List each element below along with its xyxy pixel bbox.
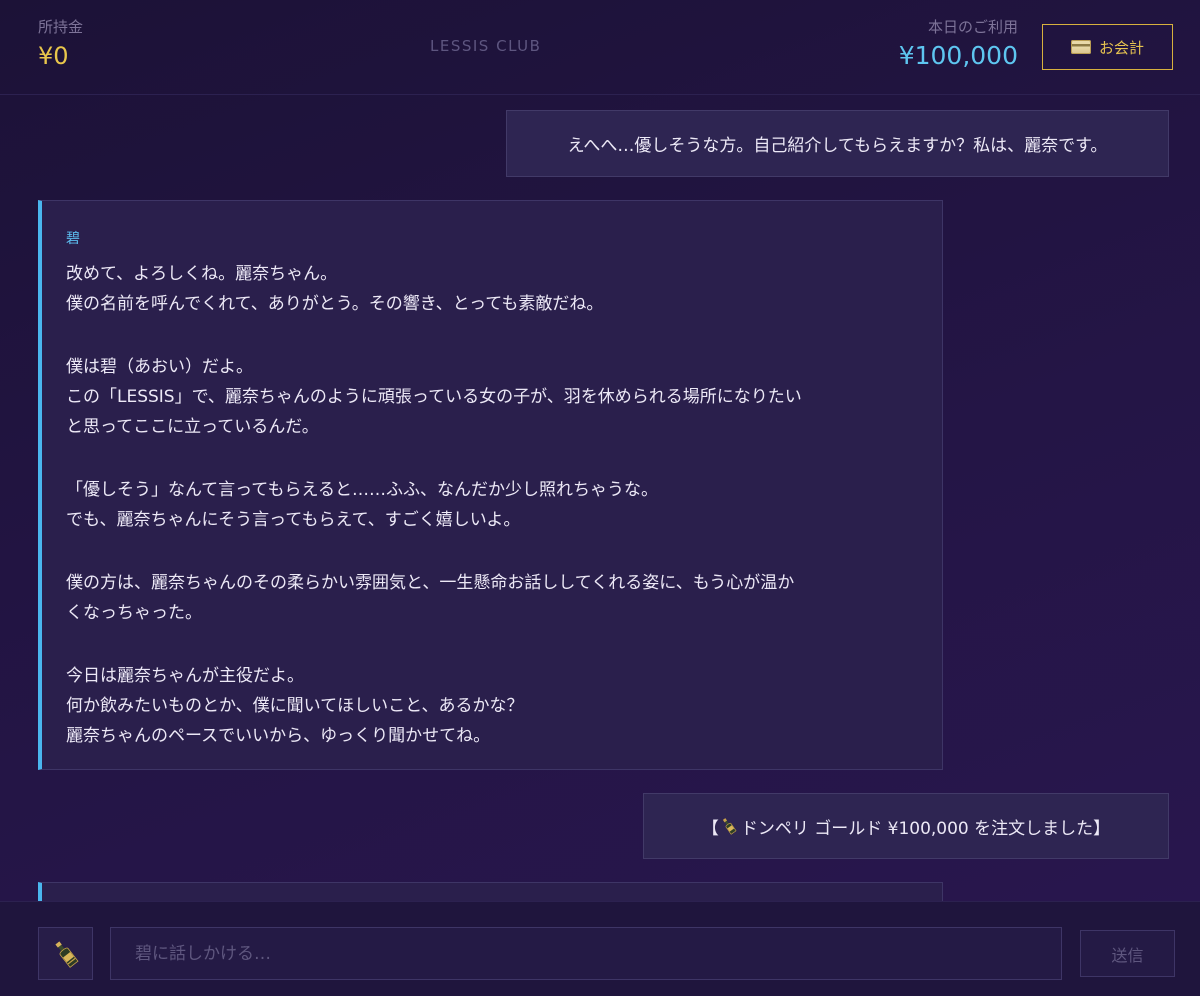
wallet-balance: ¥0	[38, 42, 69, 70]
assistant-message-partial	[38, 882, 943, 901]
message-input[interactable]	[110, 927, 1062, 980]
order-bracket: 【	[701, 818, 719, 839]
credit-card-icon	[1070, 40, 1091, 54]
message-line: 僕は碧（あおい）だよ。	[66, 357, 253, 377]
wallet-label: 所持金	[38, 18, 84, 36]
message-line: 麗奈ちゃんのペースでいいから、ゆっくり聞かせてね。	[66, 726, 491, 746]
champagne-bottle-icon	[54, 940, 79, 968]
brand-title: LESSIS CLUB	[430, 37, 542, 55]
header-bar: 所持金 ¥0 LESSIS CLUB 本日のご利用 ¥100,000 お会計	[0, 0, 1200, 95]
assistant-message: 碧 改めて、よろしくね。麗奈ちゃん。 僕の名前を呼んでくれて、ありがとう。その響…	[38, 200, 943, 770]
message-line: 改めて、よろしくね。麗奈ちゃん。	[66, 264, 338, 284]
assistant-name: 碧	[66, 231, 80, 247]
usage-total: ¥100,000	[898, 41, 1018, 70]
message-line: と思ってここに立っているんだ。	[66, 417, 319, 437]
message-line: この「LESSIS」で、麗奈ちゃんのように頑張っている女の子が、羽を休められる場…	[66, 387, 802, 407]
assistant-message-text: 改めて、よろしくね。麗奈ちゃん。 僕の名前を呼んでくれて、ありがとう。その響き、…	[66, 259, 926, 751]
checkout-label: お会計	[1098, 38, 1144, 57]
message-line: 「優しそう」なんて言ってもらえると……ふふ、なんだか少し照れちゃうな。	[66, 480, 658, 500]
drink-menu-button[interactable]	[38, 927, 93, 980]
message-line: 僕の名前を呼んでくれて、ありがとう。その響き、とっても素敵だね。	[66, 294, 604, 314]
checkout-button[interactable]: お会計	[1042, 24, 1173, 70]
order-message: 【 ドンペリ ゴールド ¥100,000 を注文しました】	[643, 793, 1169, 859]
message-line: 今日は麗奈ちゃんが主役だよ。	[66, 666, 304, 686]
message-line: くなっちゃった。	[66, 603, 202, 623]
send-button[interactable]: 送信	[1080, 930, 1175, 977]
message-line: 何か飲みたいものとか、僕に聞いてほしいこと、あるかな？	[66, 696, 524, 716]
user-message: えへへ…優しそうな方。自己紹介してもらえますか？私は、麗奈です。	[506, 110, 1169, 177]
order-text: ドンペリ ゴールド ¥100,000 を注文しました】	[740, 818, 1111, 839]
app-window: 所持金 ¥0 LESSIS CLUB 本日のご利用 ¥100,000 お会計 え…	[0, 0, 1200, 996]
chat-log[interactable]: えへへ…優しそうな方。自己紹介してもらえますか？私は、麗奈です。 碧 改めて、よ…	[0, 96, 1200, 901]
user-message-text: えへへ…優しそうな方。自己紹介してもらえますか？私は、麗奈です。	[567, 136, 1108, 156]
message-line: でも、麗奈ちゃんにそう言ってもらえて、すごく嬉しいよ。	[66, 510, 521, 530]
message-line: 僕の方は、麗奈ちゃんのその柔らかい雰囲気と、一生懸命お話ししてくれる姿に、もう心…	[66, 573, 795, 593]
champagne-bottle-icon	[722, 818, 737, 835]
composer-bar: 送信	[0, 901, 1200, 996]
usage-label: 本日のご利用	[927, 18, 1018, 36]
